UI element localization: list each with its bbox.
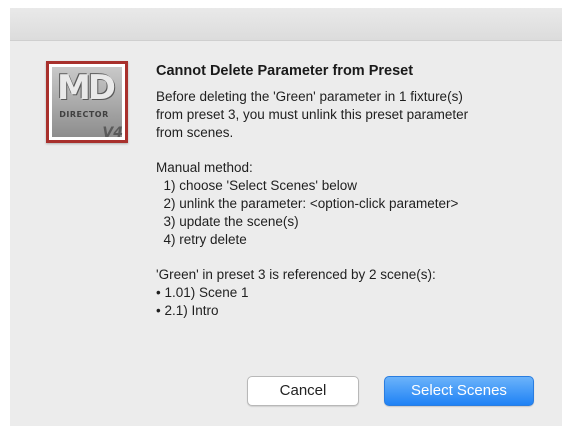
manual-method-instructions: Manual method: 1) choose 'Select Scenes'… bbox=[156, 159, 546, 249]
app-icon-subtext: DIRECTOR bbox=[59, 110, 109, 119]
select-scenes-button[interactable]: Select Scenes bbox=[384, 376, 534, 406]
method-step: 1) choose 'Select Scenes' below bbox=[156, 178, 358, 193]
reference-item: • 1.01) Scene 1 bbox=[156, 285, 249, 300]
screen: MD DIRECTOR V4 Cannot Delete Parameter f… bbox=[0, 0, 572, 428]
md-director-app-icon: MD DIRECTOR V4 bbox=[46, 61, 128, 143]
message-line: Before deleting the 'Green' parameter in… bbox=[156, 89, 463, 104]
app-icon-logo-text: MD bbox=[56, 68, 116, 108]
method-step: 4) retry delete bbox=[156, 232, 247, 247]
references-heading: 'Green' in preset 3 is referenced by 2 s… bbox=[156, 267, 436, 282]
dialog-titlebar bbox=[10, 8, 562, 41]
dialog-content: Cannot Delete Parameter from Preset Befo… bbox=[156, 62, 546, 320]
method-step: 2) unlink the parameter: <option-click p… bbox=[156, 196, 459, 211]
method-step: 3) update the scene(s) bbox=[156, 214, 299, 229]
alert-dialog: MD DIRECTOR V4 Cannot Delete Parameter f… bbox=[10, 8, 562, 426]
scene-references: 'Green' in preset 3 is referenced by 2 s… bbox=[156, 266, 546, 320]
reference-item: • 2.1) Intro bbox=[156, 303, 219, 318]
message-line: from preset 3, you must unlink this pres… bbox=[156, 107, 469, 122]
cancel-button[interactable]: Cancel bbox=[247, 376, 359, 406]
method-heading: Manual method: bbox=[156, 160, 253, 175]
dialog-title: Cannot Delete Parameter from Preset bbox=[156, 63, 414, 79]
dialog-buttons: Cancel Select Scenes bbox=[10, 376, 562, 410]
message-line: from scenes. bbox=[156, 125, 234, 140]
app-icon-version: V4 bbox=[102, 125, 123, 141]
dialog-message: Before deleting the 'Green' parameter in… bbox=[156, 88, 546, 142]
